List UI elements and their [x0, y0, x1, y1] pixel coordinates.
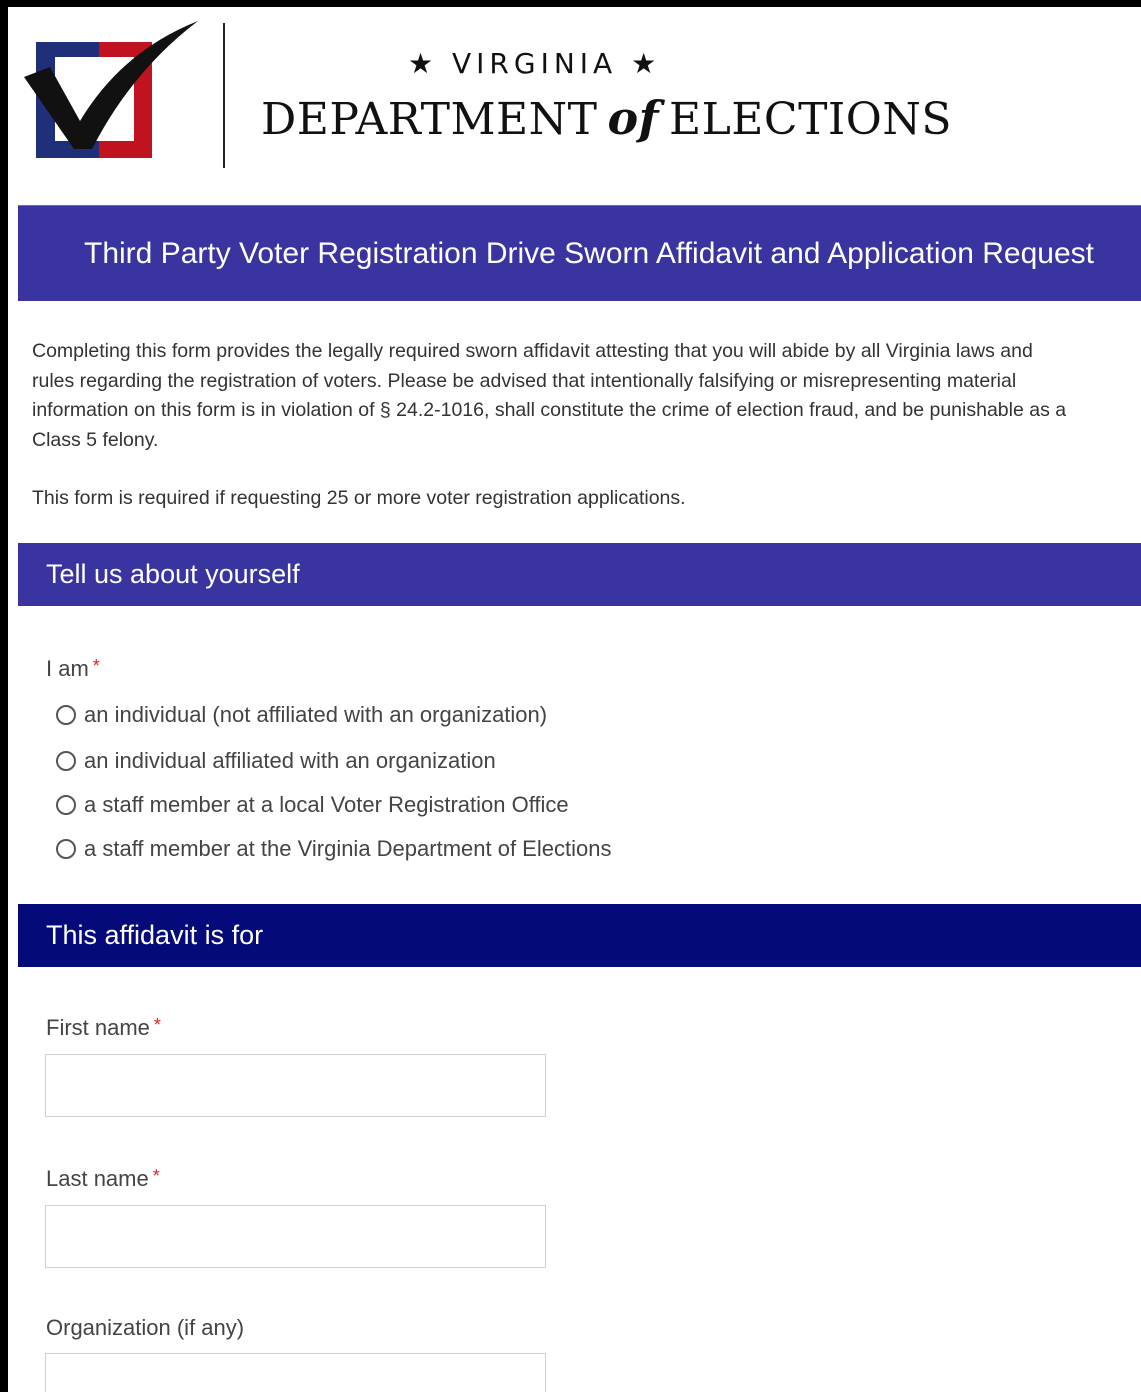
page-title-banner: Third Party Voter Registration Drive Swo… — [18, 205, 1141, 301]
i-am-label: I am * — [46, 656, 100, 682]
radio-unchecked-icon[interactable] — [56, 751, 76, 771]
intro-line: Class 5 felony. — [32, 428, 159, 451]
first-name-input[interactable] — [45, 1054, 546, 1117]
radio-option-label: an individual affiliated with an organiz… — [84, 748, 496, 773]
radio-unchecked-icon[interactable] — [56, 705, 76, 725]
last-name-label: Last name * — [46, 1166, 160, 1192]
first-name-label: First name * — [46, 1015, 161, 1041]
radio-option-local-office-staff[interactable]: a staff member at a local Voter Registra… — [56, 790, 569, 820]
section-heading: Tell us about yourself — [46, 559, 300, 589]
radio-unchecked-icon[interactable] — [56, 795, 76, 815]
organization-label: Organization (if any) — [46, 1315, 244, 1341]
first-name-label-text: First name — [46, 1015, 150, 1040]
organization-label-text: Organization (if any) — [46, 1315, 245, 1340]
radio-unchecked-icon[interactable] — [56, 839, 76, 859]
last-name-label-text: Last name — [46, 1166, 149, 1191]
radio-option-individual[interactable]: an individual (not affiliated with an or… — [56, 700, 547, 730]
dept-word-department: DEPARTMENT — [261, 94, 598, 145]
checkmark-box-logo-icon — [24, 21, 198, 158]
radio-option-doe-staff[interactable]: a staff member at the Virginia Departmen… — [56, 834, 611, 864]
radio-option-label: a staff member at a local Voter Registra… — [84, 792, 569, 817]
page-frame: ★ VIRGINIA ★ DEPARTMENT of ELECTIONS Third… — [8, 7, 1141, 1392]
dept-word-elections: ELECTIONS — [668, 94, 953, 145]
section-header-affidavit: This affidavit is for — [18, 904, 1141, 967]
radio-option-individual-org[interactable]: an individual affiliated with an organiz… — [56, 746, 496, 776]
i-am-label-text: I am — [46, 656, 89, 681]
radio-option-label: a staff member at the Virginia Departmen… — [84, 836, 612, 861]
logo-divider — [223, 23, 225, 168]
dept-word-of: of — [607, 91, 659, 145]
required-asterisk: * — [92, 656, 100, 676]
organization-input[interactable] — [45, 1353, 546, 1392]
intro-paragraph: Completing this form provides the legall… — [32, 337, 1137, 455]
required-asterisk: * — [153, 1015, 161, 1035]
radio-option-label: an individual (not affiliated with an or… — [84, 702, 548, 727]
intro-line: Completing this form provides the legall… — [32, 340, 1033, 362]
department-wordmark: DEPARTMENT of ELECTIONS — [261, 91, 952, 145]
intro-line: rules regarding the registration of vote… — [32, 369, 1017, 392]
state-wordmark: ★ VIRGINIA ★ — [408, 47, 662, 80]
requirement-note: This form is required if requesting 25 o… — [32, 487, 686, 509]
section-header-about: Tell us about yourself — [18, 543, 1141, 606]
section-heading: This affidavit is for — [46, 920, 264, 950]
page-title: Third Party Voter Registration Drive Swo… — [84, 237, 1094, 270]
last-name-input[interactable] — [45, 1205, 546, 1268]
intro-line: information on this form is in violation… — [32, 399, 1067, 421]
required-asterisk: * — [152, 1166, 160, 1186]
